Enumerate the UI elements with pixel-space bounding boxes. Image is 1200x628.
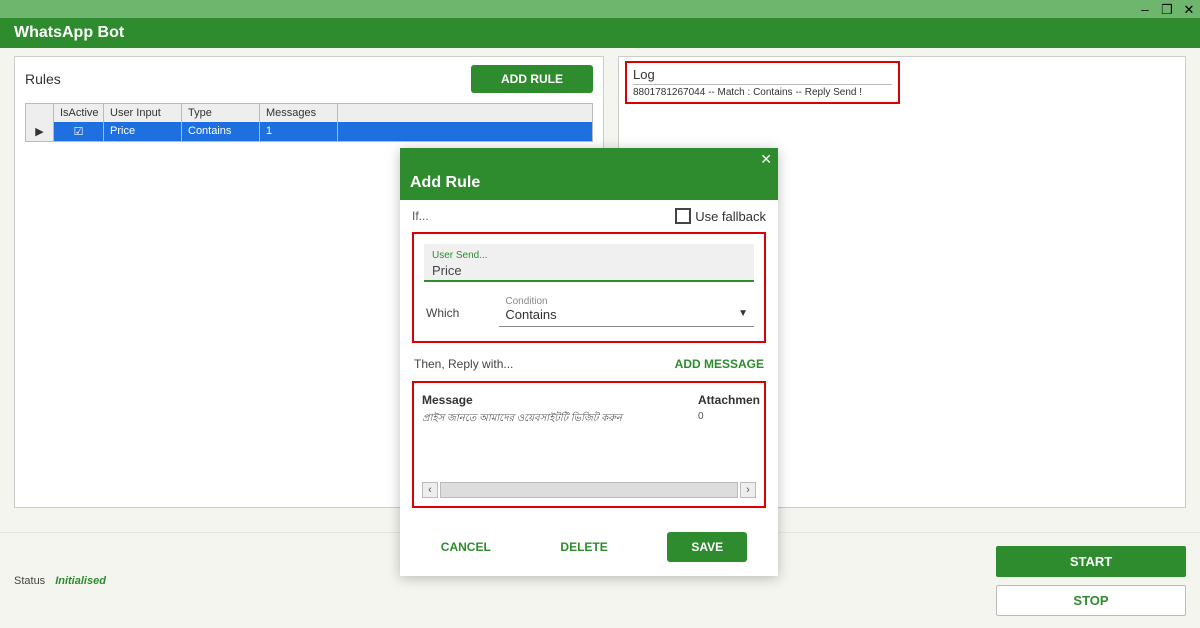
stop-button[interactable]: STOP [996,585,1186,616]
maximize-icon[interactable]: ❐ [1160,3,1174,16]
which-row: Which Condition Contains ▼ [424,292,754,331]
if-label: If... [412,209,429,223]
add-rule-button[interactable]: ADD RULE [471,65,593,93]
rules-col-messages: Messages [260,104,338,122]
rules-header: Rules ADD RULE [25,65,593,93]
scroll-left-icon[interactable]: ‹ [422,482,438,498]
use-fallback-checkbox[interactable]: Use fallback [675,208,766,224]
add-rule-modal: ✕ Add Rule If... Use fallback User Send.… [400,148,778,576]
fallback-label: Use fallback [695,209,766,224]
message-text: প্রাইস জানতে আমাদের ওয়েবসাইটটি ভিজিট কর… [422,411,698,428]
message-attachments: 0 [698,411,756,428]
rules-table: IsActive User Input Type Messages ▶ ☑ Pr… [25,103,593,142]
scroll-right-icon[interactable]: › [740,482,756,498]
modal-close-icon[interactable]: ✕ [760,151,772,168]
checkbox-icon [675,208,691,224]
status-value: Initialised [55,575,106,587]
row-messages: 1 [260,122,338,141]
then-row: Then, Reply with... ADD MESSAGE [412,351,766,381]
rules-col-userinput: User Input [104,104,182,122]
messages-col-message: Message [422,393,698,407]
user-send-label: User Send... [432,250,746,261]
status-wrap: Status Initialised [14,575,106,587]
modal-title: Add Rule [400,170,778,200]
app-title-bar: WhatsApp Bot [0,18,1200,48]
scrollbar-track[interactable] [440,482,738,498]
window-close-icon[interactable]: ✕ [1182,3,1196,16]
cancel-button[interactable]: CANCEL [431,534,501,560]
if-condition-box: User Send... Price Which Condition Conta… [412,232,766,343]
condition-dropdown[interactable]: Condition Contains ▼ [499,294,754,327]
messages-box: Message Attachmen প্রাইস জানতে আমাদের ওয… [412,381,766,508]
table-row[interactable]: ▶ ☑ Price Contains 1 [26,122,592,141]
table-row[interactable]: প্রাইস জানতে আমাদের ওয়েবসাইটটি ভিজিট কর… [422,411,756,428]
chevron-down-icon: ▼ [738,308,748,319]
rules-col-isactive: IsActive [54,104,104,122]
if-row: If... Use fallback [412,208,766,224]
row-indicator-icon: ▶ [26,122,54,141]
status-label: Status [14,575,45,587]
condition-label: Condition [505,296,748,307]
modal-actions: CANCEL DELETE SAVE [400,520,778,576]
log-entry: 8801781267044 -- Match : Contains -- Rep… [633,84,892,98]
rules-col-type: Type [182,104,260,122]
rules-table-header: IsActive User Input Type Messages [26,104,592,122]
user-send-value: Price [432,263,746,278]
modal-body: If... Use fallback User Send... Price Wh… [400,200,778,520]
condition-value: Contains [505,307,748,322]
save-button[interactable]: SAVE [667,532,747,562]
delete-button[interactable]: DELETE [550,534,617,560]
which-label: Which [426,294,459,320]
window-titlebar: – ❐ ✕ [0,0,1200,18]
user-send-input[interactable]: User Send... Price [424,244,754,282]
footer-actions: START STOP [996,546,1186,616]
messages-col-attachments: Attachmen [698,393,756,407]
messages-header: Message Attachmen [422,393,756,407]
app-title: WhatsApp Bot [14,24,124,42]
messages-scrollbar[interactable]: ‹ › [422,482,756,498]
rules-title: Rules [25,71,61,87]
row-userinput: Price [104,122,182,141]
then-label: Then, Reply with... [414,357,513,371]
rules-col-selector [26,104,54,122]
modal-titlebar: ✕ [400,148,778,170]
row-isactive-checkbox[interactable]: ☑ [54,122,104,141]
add-message-button[interactable]: ADD MESSAGE [675,357,764,371]
start-button[interactable]: START [996,546,1186,577]
minimize-icon[interactable]: – [1138,3,1152,16]
log-title: Log [633,67,892,82]
log-highlight-box: Log 8801781267044 -- Match : Contains --… [625,61,900,104]
row-type: Contains [182,122,260,141]
